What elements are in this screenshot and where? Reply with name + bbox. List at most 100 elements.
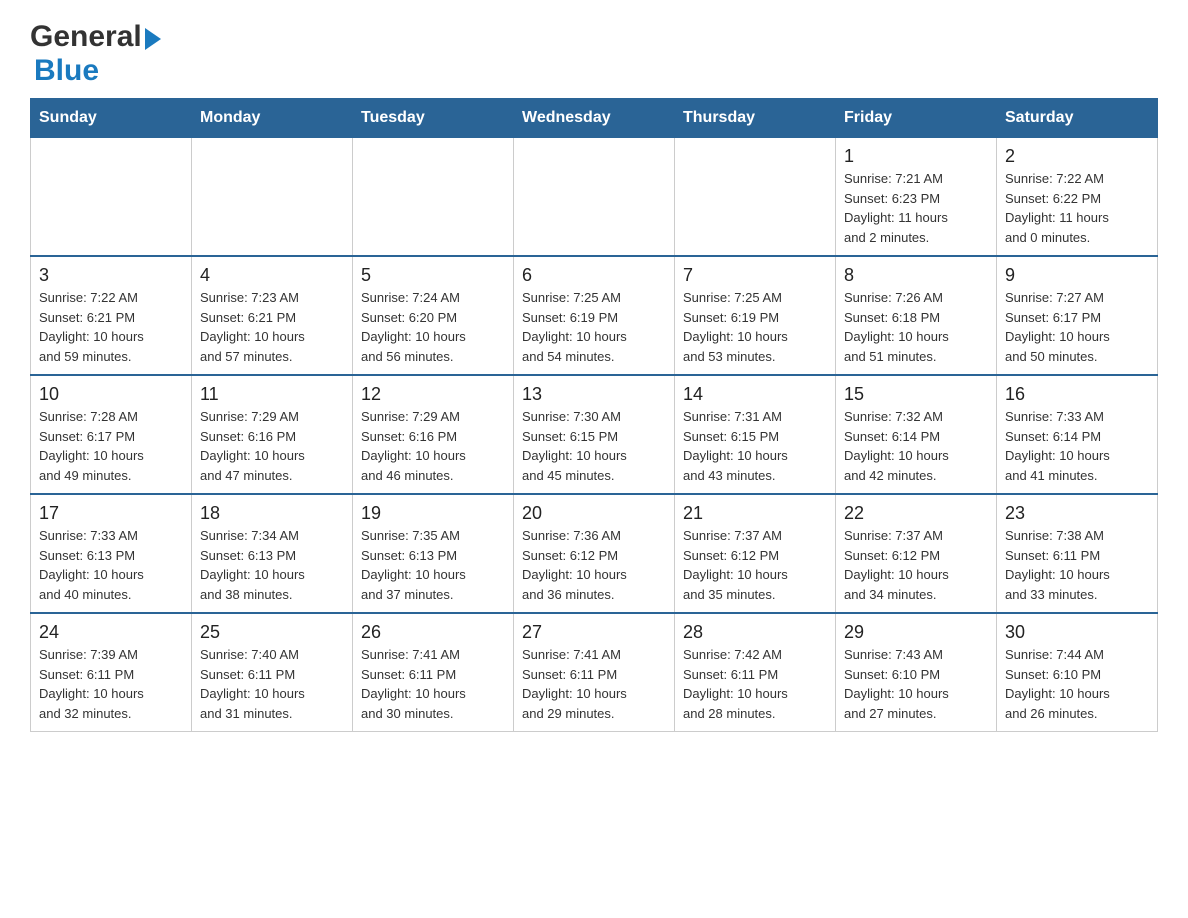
day-info: Sunrise: 7:28 AMSunset: 6:17 PMDaylight:…	[39, 407, 183, 485]
day-info: Sunrise: 7:21 AMSunset: 6:23 PMDaylight:…	[844, 169, 988, 247]
calendar-cell: 12Sunrise: 7:29 AMSunset: 6:16 PMDayligh…	[353, 375, 514, 494]
calendar-week-row: 17Sunrise: 7:33 AMSunset: 6:13 PMDayligh…	[31, 494, 1158, 613]
calendar-cell: 7Sunrise: 7:25 AMSunset: 6:19 PMDaylight…	[675, 256, 836, 375]
calendar-cell	[353, 138, 514, 257]
day-number: 20	[522, 503, 666, 524]
calendar-header-monday: Monday	[192, 99, 353, 138]
day-number: 14	[683, 384, 827, 405]
day-info: Sunrise: 7:30 AMSunset: 6:15 PMDaylight:…	[522, 407, 666, 485]
calendar-cell: 29Sunrise: 7:43 AMSunset: 6:10 PMDayligh…	[836, 613, 997, 732]
calendar-cell: 13Sunrise: 7:30 AMSunset: 6:15 PMDayligh…	[514, 375, 675, 494]
day-number: 11	[200, 384, 344, 405]
logo-blue-text: Blue	[34, 54, 99, 88]
calendar-cell: 5Sunrise: 7:24 AMSunset: 6:20 PMDaylight…	[353, 256, 514, 375]
day-info: Sunrise: 7:31 AMSunset: 6:15 PMDaylight:…	[683, 407, 827, 485]
day-number: 29	[844, 622, 988, 643]
logo-general-text: General	[30, 20, 142, 54]
day-info: Sunrise: 7:44 AMSunset: 6:10 PMDaylight:…	[1005, 645, 1149, 723]
calendar-cell: 20Sunrise: 7:36 AMSunset: 6:12 PMDayligh…	[514, 494, 675, 613]
day-info: Sunrise: 7:33 AMSunset: 6:13 PMDaylight:…	[39, 526, 183, 604]
day-number: 30	[1005, 622, 1149, 643]
calendar-table: SundayMondayTuesdayWednesdayThursdayFrid…	[30, 98, 1158, 732]
calendar-cell: 16Sunrise: 7:33 AMSunset: 6:14 PMDayligh…	[997, 375, 1158, 494]
calendar-cell: 19Sunrise: 7:35 AMSunset: 6:13 PMDayligh…	[353, 494, 514, 613]
day-info: Sunrise: 7:22 AMSunset: 6:22 PMDaylight:…	[1005, 169, 1149, 247]
calendar-cell: 15Sunrise: 7:32 AMSunset: 6:14 PMDayligh…	[836, 375, 997, 494]
calendar-cell: 1Sunrise: 7:21 AMSunset: 6:23 PMDaylight…	[836, 138, 997, 257]
day-number: 16	[1005, 384, 1149, 405]
day-number: 5	[361, 265, 505, 286]
calendar-header-wednesday: Wednesday	[514, 99, 675, 138]
calendar-cell: 27Sunrise: 7:41 AMSunset: 6:11 PMDayligh…	[514, 613, 675, 732]
day-number: 9	[1005, 265, 1149, 286]
day-info: Sunrise: 7:29 AMSunset: 6:16 PMDaylight:…	[200, 407, 344, 485]
calendar-cell: 4Sunrise: 7:23 AMSunset: 6:21 PMDaylight…	[192, 256, 353, 375]
day-info: Sunrise: 7:37 AMSunset: 6:12 PMDaylight:…	[844, 526, 988, 604]
day-number: 15	[844, 384, 988, 405]
calendar-cell: 10Sunrise: 7:28 AMSunset: 6:17 PMDayligh…	[31, 375, 192, 494]
calendar-cell: 18Sunrise: 7:34 AMSunset: 6:13 PMDayligh…	[192, 494, 353, 613]
day-info: Sunrise: 7:40 AMSunset: 6:11 PMDaylight:…	[200, 645, 344, 723]
day-info: Sunrise: 7:22 AMSunset: 6:21 PMDaylight:…	[39, 288, 183, 366]
day-number: 7	[683, 265, 827, 286]
day-info: Sunrise: 7:41 AMSunset: 6:11 PMDaylight:…	[522, 645, 666, 723]
day-info: Sunrise: 7:34 AMSunset: 6:13 PMDaylight:…	[200, 526, 344, 604]
calendar-header-sunday: Sunday	[31, 99, 192, 138]
calendar-cell: 30Sunrise: 7:44 AMSunset: 6:10 PMDayligh…	[997, 613, 1158, 732]
calendar-week-row: 24Sunrise: 7:39 AMSunset: 6:11 PMDayligh…	[31, 613, 1158, 732]
day-number: 18	[200, 503, 344, 524]
day-info: Sunrise: 7:33 AMSunset: 6:14 PMDaylight:…	[1005, 407, 1149, 485]
calendar-week-row: 10Sunrise: 7:28 AMSunset: 6:17 PMDayligh…	[31, 375, 1158, 494]
calendar-cell: 8Sunrise: 7:26 AMSunset: 6:18 PMDaylight…	[836, 256, 997, 375]
day-info: Sunrise: 7:42 AMSunset: 6:11 PMDaylight:…	[683, 645, 827, 723]
calendar-header-friday: Friday	[836, 99, 997, 138]
day-number: 12	[361, 384, 505, 405]
day-number: 8	[844, 265, 988, 286]
calendar-cell: 3Sunrise: 7:22 AMSunset: 6:21 PMDaylight…	[31, 256, 192, 375]
calendar-cell: 17Sunrise: 7:33 AMSunset: 6:13 PMDayligh…	[31, 494, 192, 613]
calendar-cell	[514, 138, 675, 257]
day-number: 21	[683, 503, 827, 524]
calendar-header-row: SundayMondayTuesdayWednesdayThursdayFrid…	[31, 99, 1158, 138]
day-number: 22	[844, 503, 988, 524]
day-number: 27	[522, 622, 666, 643]
day-number: 28	[683, 622, 827, 643]
calendar-cell: 2Sunrise: 7:22 AMSunset: 6:22 PMDaylight…	[997, 138, 1158, 257]
day-number: 26	[361, 622, 505, 643]
day-number: 2	[1005, 146, 1149, 167]
day-number: 3	[39, 265, 183, 286]
day-number: 23	[1005, 503, 1149, 524]
calendar-cell: 23Sunrise: 7:38 AMSunset: 6:11 PMDayligh…	[997, 494, 1158, 613]
calendar-cell	[192, 138, 353, 257]
day-number: 17	[39, 503, 183, 524]
day-info: Sunrise: 7:32 AMSunset: 6:14 PMDaylight:…	[844, 407, 988, 485]
calendar-week-row: 1Sunrise: 7:21 AMSunset: 6:23 PMDaylight…	[31, 138, 1158, 257]
day-number: 6	[522, 265, 666, 286]
calendar-cell	[675, 138, 836, 257]
calendar-week-row: 3Sunrise: 7:22 AMSunset: 6:21 PMDaylight…	[31, 256, 1158, 375]
day-number: 25	[200, 622, 344, 643]
calendar-cell: 11Sunrise: 7:29 AMSunset: 6:16 PMDayligh…	[192, 375, 353, 494]
day-info: Sunrise: 7:39 AMSunset: 6:11 PMDaylight:…	[39, 645, 183, 723]
day-info: Sunrise: 7:43 AMSunset: 6:10 PMDaylight:…	[844, 645, 988, 723]
calendar-header-thursday: Thursday	[675, 99, 836, 138]
day-number: 1	[844, 146, 988, 167]
calendar-cell: 25Sunrise: 7:40 AMSunset: 6:11 PMDayligh…	[192, 613, 353, 732]
day-info: Sunrise: 7:29 AMSunset: 6:16 PMDaylight:…	[361, 407, 505, 485]
day-info: Sunrise: 7:25 AMSunset: 6:19 PMDaylight:…	[683, 288, 827, 366]
day-number: 10	[39, 384, 183, 405]
day-info: Sunrise: 7:41 AMSunset: 6:11 PMDaylight:…	[361, 645, 505, 723]
calendar-cell: 21Sunrise: 7:37 AMSunset: 6:12 PMDayligh…	[675, 494, 836, 613]
calendar-cell: 6Sunrise: 7:25 AMSunset: 6:19 PMDaylight…	[514, 256, 675, 375]
day-info: Sunrise: 7:38 AMSunset: 6:11 PMDaylight:…	[1005, 526, 1149, 604]
day-info: Sunrise: 7:25 AMSunset: 6:19 PMDaylight:…	[522, 288, 666, 366]
calendar-cell: 24Sunrise: 7:39 AMSunset: 6:11 PMDayligh…	[31, 613, 192, 732]
day-info: Sunrise: 7:26 AMSunset: 6:18 PMDaylight:…	[844, 288, 988, 366]
calendar-cell	[31, 138, 192, 257]
day-number: 19	[361, 503, 505, 524]
day-number: 24	[39, 622, 183, 643]
calendar-cell: 9Sunrise: 7:27 AMSunset: 6:17 PMDaylight…	[997, 256, 1158, 375]
calendar-header-tuesday: Tuesday	[353, 99, 514, 138]
day-number: 13	[522, 384, 666, 405]
day-info: Sunrise: 7:23 AMSunset: 6:21 PMDaylight:…	[200, 288, 344, 366]
